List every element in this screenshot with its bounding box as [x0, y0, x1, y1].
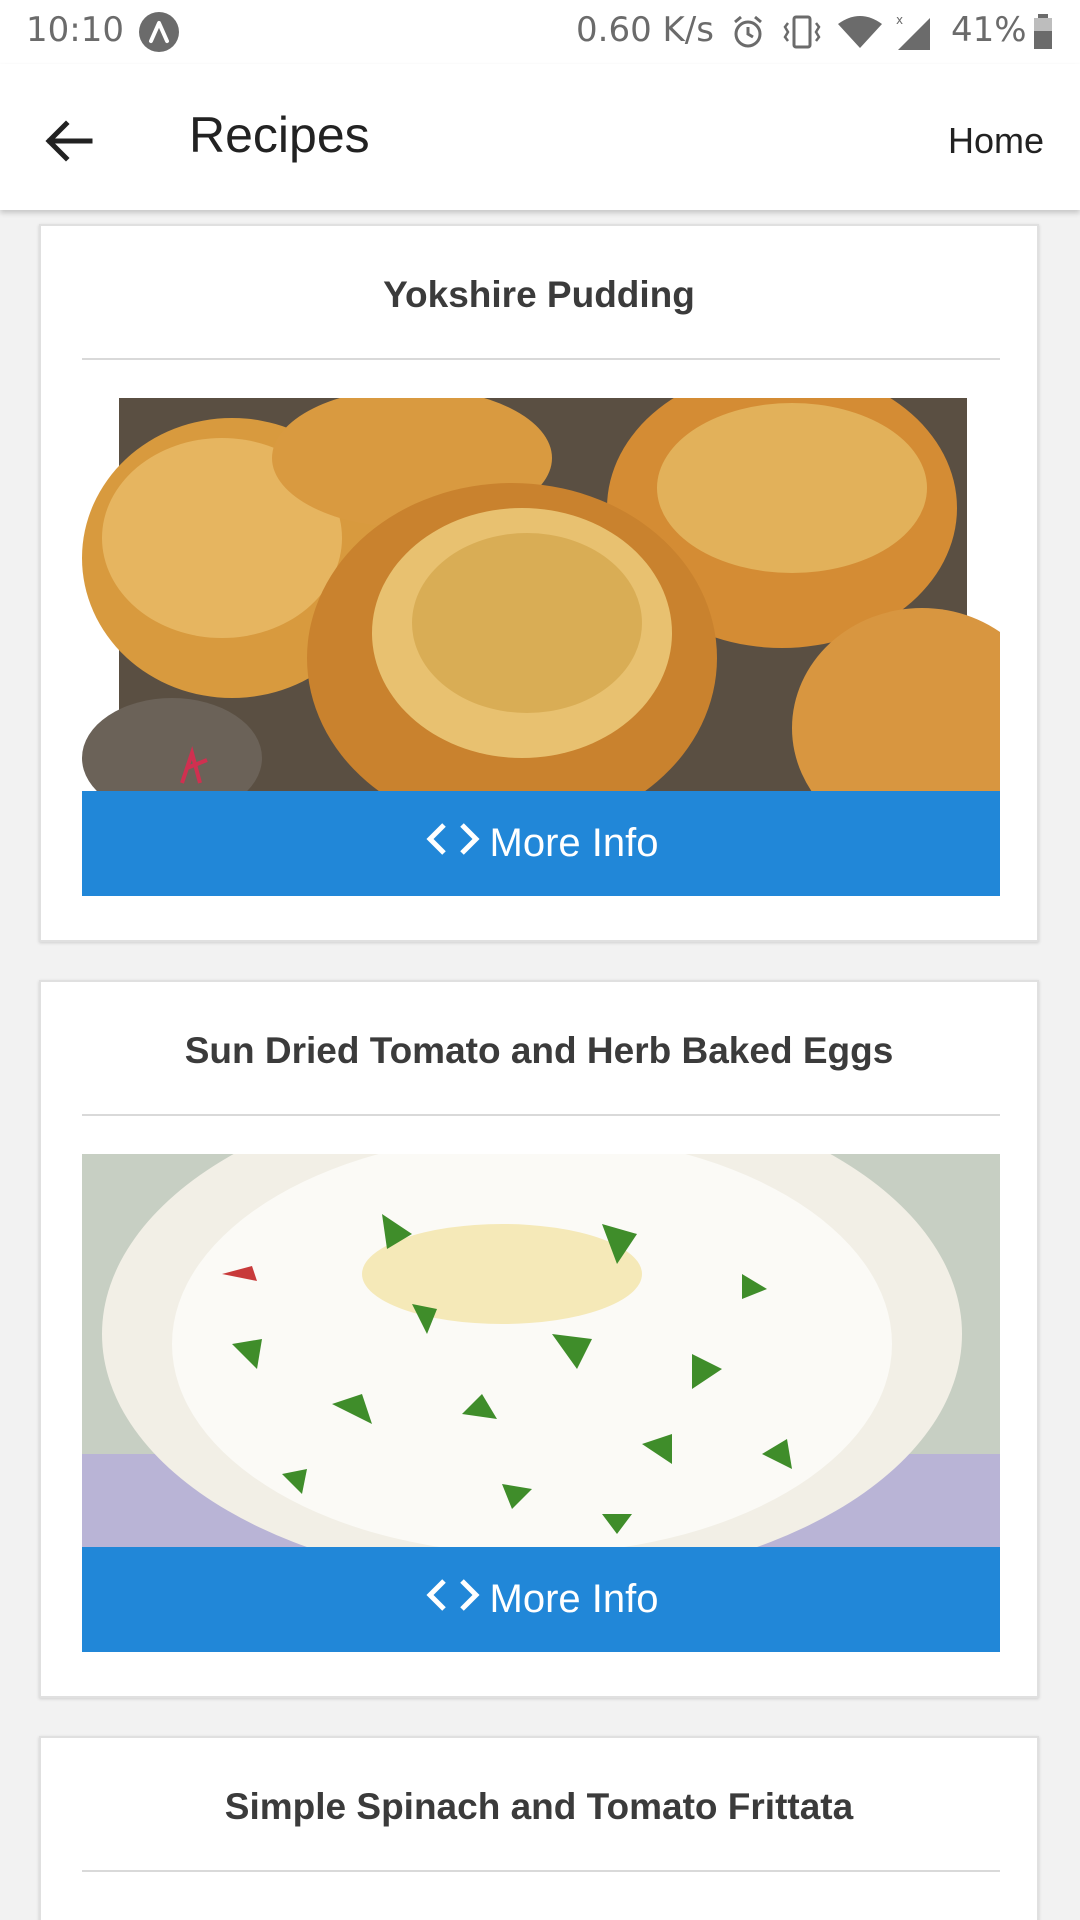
back-button[interactable]: [36, 108, 102, 174]
recipe-list[interactable]: Yokshire Pudding More Info Sun Dried Tom…: [0, 210, 1080, 1920]
divider: [82, 1870, 1000, 1872]
alarm-icon: [730, 14, 766, 59]
more-info-button[interactable]: More Info: [82, 1547, 1000, 1652]
app-bar: Recipes Home: [0, 64, 1080, 210]
signal-icon: x: [896, 13, 936, 63]
arrow-back-icon: [45, 120, 93, 162]
more-info-label: More Info: [489, 821, 659, 865]
app-notification-icon: [139, 12, 179, 52]
svg-text:x: x: [896, 14, 903, 27]
recipe-title: Simple Spinach and Tomato Frittata: [224, 1786, 854, 1827]
recipe-title: Yokshire Pudding: [383, 274, 695, 315]
status-time: 10:10: [26, 10, 124, 50]
vibrate-icon: [782, 14, 822, 59]
wifi-icon: [836, 14, 884, 59]
recipe-image: [82, 1910, 1000, 1920]
recipe-image: [82, 1154, 1000, 1547]
recipe-card: Simple Spinach and Tomato Frittata: [39, 1736, 1039, 1920]
network-speed: 0.60 K/s: [576, 10, 714, 50]
code-icon: [424, 821, 482, 867]
code-icon: [424, 1577, 482, 1623]
divider: [82, 1114, 1000, 1116]
home-link[interactable]: Home: [948, 120, 1044, 162]
battery-level: 41%: [951, 10, 1027, 50]
status-bar: 10:10 0.60 K/s x 41%: [0, 0, 1080, 64]
divider: [82, 358, 1000, 360]
recipe-card: Yokshire Pudding More Info: [39, 224, 1039, 942]
battery-icon: [1033, 14, 1053, 59]
more-info-label: More Info: [489, 1577, 659, 1621]
recipe-card: Sun Dried Tomato and Herb Baked Eggs Mor…: [39, 980, 1039, 1698]
more-info-button[interactable]: More Info: [82, 791, 1000, 896]
recipe-title: Sun Dried Tomato and Herb Baked Eggs: [184, 1030, 894, 1071]
recipe-image: [82, 398, 1000, 791]
page-title: Recipes: [189, 107, 370, 163]
